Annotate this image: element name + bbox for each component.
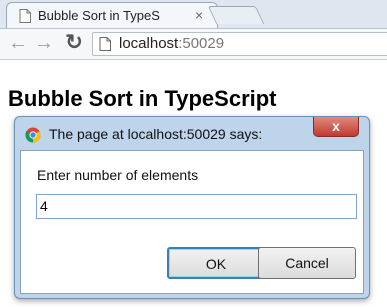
forward-arrow-icon[interactable]: → [32, 31, 56, 55]
ok-button[interactable]: OK [167, 247, 265, 279]
url-text: localhost:50029 [119, 35, 224, 52]
reload-icon[interactable]: ↻ [62, 31, 86, 55]
tab-strip: Bubble Sort in TypeS × [0, 0, 387, 28]
url-port: :50029 [178, 35, 225, 52]
new-tab-button[interactable] [207, 6, 265, 24]
cancel-button[interactable]: Cancel [258, 247, 356, 279]
browser-tab[interactable]: Bubble Sort in TypeS × [6, 2, 218, 28]
address-bar[interactable]: localhost:50029 [92, 32, 387, 56]
prompt-dialog: The page at localhost:50029 says: x Ente… [14, 116, 370, 299]
tab-title: Bubble Sort in TypeS [38, 8, 160, 23]
browser-toolbar: ← → ↻ localhost:50029 [0, 28, 387, 60]
dialog-message: Enter number of elements [37, 167, 199, 183]
page-heading: Bubble Sort in TypeScript [8, 86, 277, 111]
dialog-body: Enter number of elements 4 OK Cancel [20, 150, 364, 294]
tab-close-icon[interactable]: × [195, 7, 203, 23]
back-arrow-icon[interactable]: ← [6, 31, 30, 55]
dialog-close-button[interactable]: x [313, 117, 359, 137]
url-host: localhost [119, 35, 179, 52]
dialog-title: The page at localhost:50029 says: [49, 126, 263, 142]
page-icon [19, 9, 31, 23]
prompt-input[interactable]: 4 [36, 194, 357, 219]
page-icon [99, 37, 111, 51]
chrome-logo-icon [25, 127, 41, 143]
